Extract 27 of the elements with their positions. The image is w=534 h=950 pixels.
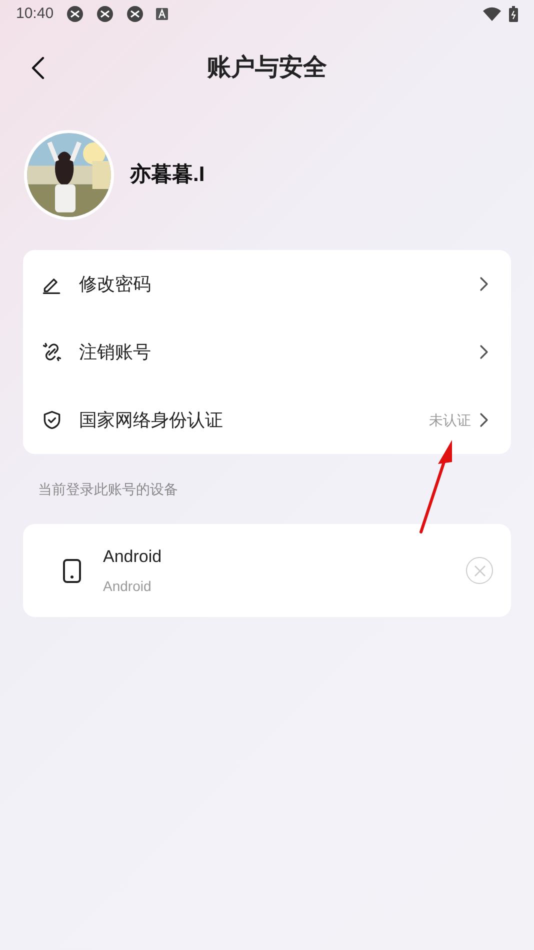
menu-item[interactable]: 国家网络身份认证 未认证	[23, 386, 511, 454]
chevron-right-icon	[479, 344, 489, 360]
section-label: 当前登录此账号的设备	[38, 480, 179, 499]
broken-link-icon	[41, 341, 63, 363]
menu-item[interactable]: 修改密码	[23, 250, 511, 318]
app-notification-icon	[126, 5, 144, 23]
close-icon	[474, 564, 486, 576]
menu-label: 注销账号	[79, 340, 152, 364]
battery-icon	[509, 6, 518, 22]
status-label: 未认证	[429, 410, 471, 430]
user-name: 亦暮暮.I	[130, 162, 205, 188]
device-name: Android	[103, 546, 163, 568]
status-time: 10:40	[16, 4, 54, 24]
app-notification-icon	[96, 5, 114, 23]
phone-icon	[63, 558, 81, 582]
device-subtitle: Android	[103, 576, 152, 596]
app-notification-icon	[66, 5, 84, 23]
menu-item[interactable]: 注销账号	[23, 318, 511, 386]
shield-check-icon	[41, 409, 63, 431]
keyboard-icon	[156, 8, 168, 20]
menu-label: 修改密码	[79, 272, 152, 296]
back-icon	[31, 56, 45, 80]
page-title: 账户与安全	[207, 53, 327, 83]
chevron-right-icon	[479, 412, 489, 428]
wifi-icon	[483, 7, 501, 21]
chevron-right-icon	[479, 276, 489, 292]
menu-label: 国家网络身份认证	[79, 408, 224, 432]
